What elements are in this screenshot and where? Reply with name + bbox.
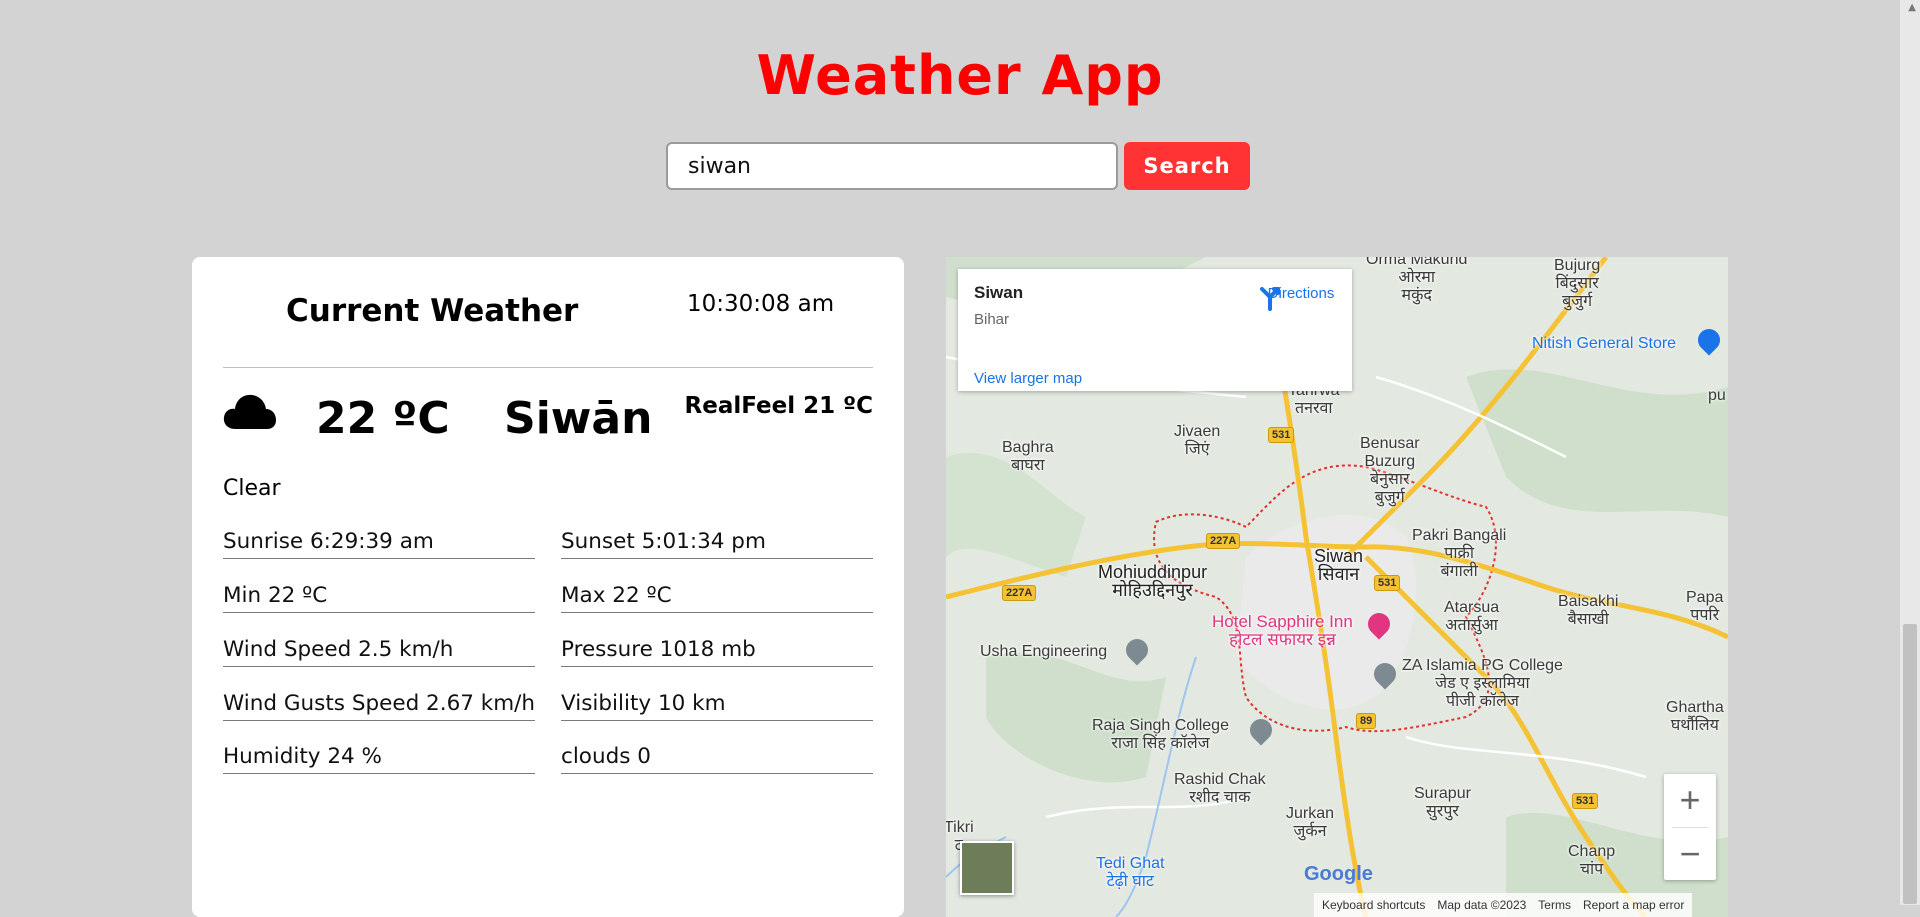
map-label-text: Hotel Sapphire Inn होटल सफायर इन्न <box>1212 612 1353 649</box>
zoom-in-button[interactable]: + <box>1664 774 1716 826</box>
realfeel: RealFeel 21 ºC <box>684 393 873 419</box>
place-info-card: Siwan Bihar Directions View larger map <box>958 269 1352 391</box>
weather-card: Current Weather 10:30:08 am 22 ºC Siwān … <box>192 257 904 917</box>
map-label-text: ZA Islamia PG College जेड ए इस्लामिया पी… <box>1402 657 1563 710</box>
map-label-text: Surapur सुरपुर <box>1414 785 1471 820</box>
map-label-mohiuddinpur: Mohiuddinpur मोहिउद्दिनपुर <box>1098 563 1207 599</box>
map-layer-toggle[interactable] <box>960 841 1014 895</box>
pressure-stat: Pressure 1018 mb <box>561 637 873 667</box>
map-label-nitish: Nitish General Store <box>1532 335 1676 353</box>
map-label-text: Bujurg बिंदुसार बुजुर्ग <box>1554 257 1601 310</box>
map-label-text: Benusar Buzurg बेनुसार बुजुर्ग <box>1360 435 1420 506</box>
search-button[interactable]: Search <box>1124 142 1250 190</box>
city-search-input[interactable] <box>666 142 1118 190</box>
map-label-text: Usha Engineering <box>980 643 1108 660</box>
view-larger-map-link[interactable]: View larger map <box>974 370 1082 387</box>
temperature: 22 ºC <box>316 393 450 444</box>
map-label-raja: Raja Singh College राजा सिंह कॉलेज <box>1092 717 1229 753</box>
weather-condition: Clear <box>223 476 281 501</box>
map-label-hotel: Hotel Sapphire Inn होटल सफायर इन्न <box>1212 613 1353 649</box>
map-label-text: Rashid Chak रशीद चाक <box>1174 771 1266 806</box>
map-label-bujurg: Bujurg बिंदुसार बुजुर्ग <box>1554 257 1600 311</box>
map-label-text: pu <box>1708 387 1726 404</box>
road-badge-227a: 227A <box>1206 533 1241 549</box>
wind-speed-stat: Wind Speed 2.5 km/h <box>223 637 535 667</box>
google-map[interactable]: Orma Makund ओरमा मकुंद Bujurg बिंदुसार ब… <box>946 257 1728 917</box>
road-badge-531: 531 <box>1572 793 1599 809</box>
clouds-stat: clouds 0 <box>561 744 873 774</box>
map-label-text: Ghartha घर्थौलिय <box>1666 699 1724 734</box>
page-scrollbar[interactable]: ▲ <box>1900 0 1920 905</box>
map-label-ghartha: Ghartha घर्थौलिय <box>1666 699 1724 735</box>
map-label-atarsua: Atarsua अतार्सुआ <box>1444 599 1499 635</box>
map-label-text: Papa पपरि <box>1686 589 1724 624</box>
divider <box>223 367 873 368</box>
cloud-icon <box>223 394 276 429</box>
road-badge-227a: 227A <box>1002 585 1037 601</box>
sunrise-stat: Sunrise 6:29:39 am <box>223 529 535 559</box>
map-label-chanp: Chanp चांप <box>1568 843 1615 879</box>
map-footer: Keyboard shortcuts Map data ©2023 Terms … <box>1314 893 1693 917</box>
sunset-stat: Sunset 5:01:34 pm <box>561 529 873 559</box>
directions-icon <box>1260 287 1280 311</box>
map-label-text: Atarsua अतार्सुआ <box>1444 599 1500 634</box>
google-logo: Google <box>1304 863 1373 885</box>
terms-link[interactable]: Terms <box>1538 898 1571 912</box>
map-label-text: Baisakhi बैसाखी <box>1558 593 1619 628</box>
map-label-papa: Papa पपरि <box>1686 589 1723 625</box>
map-label-text: Baghra बाघरा <box>1002 439 1054 474</box>
map-label-text: Siwan सिवान <box>1314 546 1364 584</box>
road-badge-89: 89 <box>1356 713 1377 729</box>
map-label-pu: pu <box>1708 387 1726 405</box>
city-name: Siwān <box>504 393 653 444</box>
map-label-siwan: Siwan सिवान <box>1314 547 1363 583</box>
map-label-text: Tedi Ghat टेढ़ी घाट <box>1096 855 1165 890</box>
humidity-stat: Humidity 24 % <box>223 744 535 774</box>
directions-button[interactable]: Directions <box>1256 283 1346 311</box>
map-label-text: Orma Makund ओरमा मकुंद <box>1366 257 1468 304</box>
map-label-za: ZA Islamia PG College जेड ए इस्लामिया पी… <box>1402 657 1563 711</box>
scroll-up-icon[interactable]: ▲ <box>1908 2 1916 13</box>
zoom-out-button[interactable]: − <box>1664 828 1716 880</box>
map-label-text: Chanp चांप <box>1568 843 1616 878</box>
current-time: 10:30:08 am <box>687 291 835 317</box>
map-label-text: Mohiuddinpur मोहिउद्दिनपुर <box>1098 562 1208 600</box>
map-label-tedi: Tedi Ghat टेढ़ी घाट <box>1096 855 1164 891</box>
max-temp-stat: Max 22 ºC <box>561 583 873 613</box>
wind-gusts-stat: Wind Gusts Speed 2.67 km/h <box>223 691 535 721</box>
keyboard-shortcuts-link[interactable]: Keyboard shortcuts <box>1322 898 1425 912</box>
visibility-stat: Visibility 10 km <box>561 691 873 721</box>
map-label-benusar: Benusar Buzurg बेनुसार बुजुर्ग <box>1360 435 1420 507</box>
min-temp-stat: Min 22 ºC <box>223 583 535 613</box>
search-bar: Search <box>666 142 1250 190</box>
map-label-jurkan: Jurkan जुर्कन <box>1286 805 1334 841</box>
road-badge-531: 531 <box>1268 427 1295 443</box>
map-label-rashid: Rashid Chak रशीद चाक <box>1174 771 1266 807</box>
map-label-text: Jurkan जुर्कन <box>1286 805 1335 840</box>
map-label-usha: Usha Engineering <box>980 643 1107 661</box>
map-label-text: Jivaen जिएं <box>1174 423 1221 458</box>
card-heading: Current Weather <box>286 293 579 329</box>
map-label-text: Raja Singh College राजा सिंह कॉलेज <box>1092 717 1229 752</box>
place-region: Bihar <box>974 311 1010 328</box>
place-title: Siwan <box>974 283 1024 302</box>
scroll-thumb[interactable] <box>1903 624 1917 904</box>
map-label-jivaen: Jivaen जिएं <box>1174 423 1220 459</box>
map-label-pakri: Pakri Bangali पाक्री बंगाली <box>1412 527 1506 581</box>
report-error-link[interactable]: Report a map error <box>1583 898 1684 912</box>
map-data-label: Map data ©2023 <box>1437 898 1527 912</box>
map-label-text: Pakri Bangali पाक्री बंगाली <box>1412 527 1507 580</box>
map-label-surapur: Surapur सुरपुर <box>1414 785 1471 821</box>
map-label-text: Nitish General Store <box>1532 335 1677 352</box>
map-label-orma: Orma Makund ओरमा मकुंद <box>1366 257 1467 305</box>
road-badge-531: 531 <box>1374 575 1401 591</box>
map-label-baghra: Baghra बाघरा <box>1002 439 1054 475</box>
zoom-control: + − <box>1664 774 1716 880</box>
app-title: Weather App <box>756 44 1164 107</box>
map-label-baisakhi: Baisakhi बैसाखी <box>1558 593 1618 629</box>
